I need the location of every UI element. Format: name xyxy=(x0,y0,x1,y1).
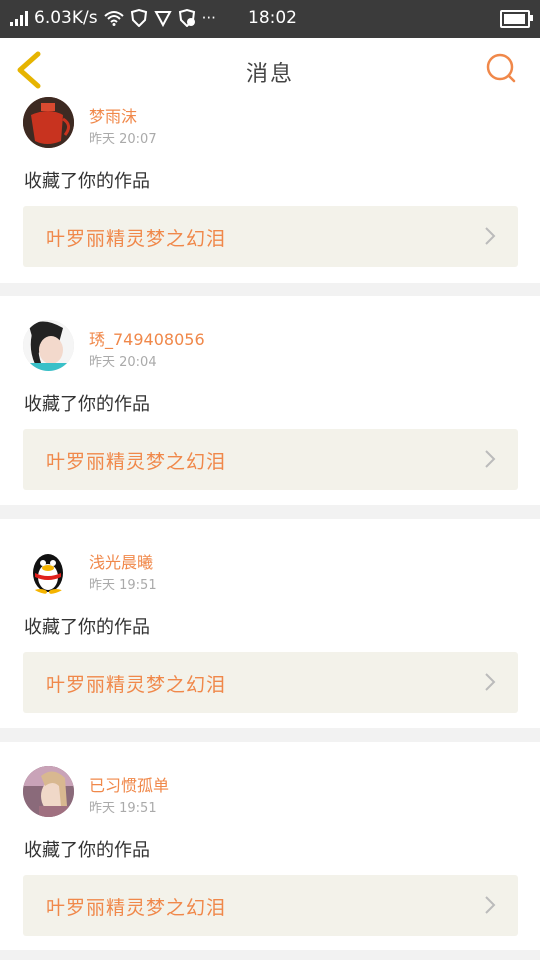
shield-icon xyxy=(130,9,147,27)
user-name[interactable]: 琇_749408056 xyxy=(89,326,205,350)
work-title: 叶罗丽精灵梦之幻泪 xyxy=(46,451,227,473)
header-bar: 消息 xyxy=(0,38,540,102)
chevron-right-icon xyxy=(485,227,496,245)
work-title: 叶罗丽精灵梦之幻泪 xyxy=(46,228,227,250)
chevron-right-icon xyxy=(485,673,496,691)
timestamp: 昨天 19:51 xyxy=(89,801,157,816)
timestamp: 昨天 19:51 xyxy=(89,578,157,593)
signal-icon xyxy=(10,10,28,26)
avatar[interactable] xyxy=(23,320,74,371)
work-link[interactable]: 叶罗丽精灵梦之幻泪 xyxy=(23,429,518,490)
action-text: 收藏了你的作品 xyxy=(24,171,150,192)
chevron-right-icon xyxy=(485,450,496,468)
list-item: 已习惯孤单 昨天 19:51 收藏了你的作品 叶罗丽精灵梦之幻泪 xyxy=(0,742,540,950)
timestamp: 昨天 20:07 xyxy=(89,132,157,147)
list-item: 梦雨沫 昨天 20:07 收藏了你的作品 叶罗丽精灵梦之幻泪 xyxy=(0,97,540,283)
wifi-icon xyxy=(103,11,124,26)
search-icon xyxy=(486,53,516,83)
avatar[interactable] xyxy=(23,766,74,817)
list-item: 浅光晨曦 昨天 19:51 收藏了你的作品 叶罗丽精灵梦之幻泪 xyxy=(0,519,540,728)
status-bar: 6.03K/s ··· 18:02 xyxy=(0,0,540,38)
work-title: 叶罗丽精灵梦之幻泪 xyxy=(46,674,227,696)
work-link[interactable]: 叶罗丽精灵梦之幻泪 xyxy=(23,652,518,713)
notification-icon xyxy=(178,9,195,27)
action-text: 收藏了你的作品 xyxy=(24,617,150,638)
battery-icon xyxy=(500,10,533,28)
timestamp: 昨天 20:04 xyxy=(89,355,157,370)
page-title: 消息 xyxy=(245,62,294,87)
more-icon: ··· xyxy=(201,9,216,27)
action-text: 收藏了你的作品 xyxy=(24,394,150,415)
network-speed: 6.03K/s xyxy=(34,8,98,28)
status-left: 6.03K/s ··· xyxy=(10,8,216,28)
chevron-right-icon xyxy=(485,896,496,914)
avatar[interactable] xyxy=(23,543,74,594)
work-link[interactable]: 叶罗丽精灵梦之幻泪 xyxy=(23,875,518,936)
work-title: 叶罗丽精灵梦之幻泪 xyxy=(46,897,227,919)
list-item: 琇_749408056 昨天 20:04 收藏了你的作品 叶罗丽精灵梦之幻泪 xyxy=(0,296,540,505)
action-text: 收藏了你的作品 xyxy=(24,840,150,861)
user-name[interactable]: 浅光晨曦 xyxy=(89,549,153,573)
search-button[interactable] xyxy=(484,52,518,86)
status-time: 18:02 xyxy=(248,8,297,28)
user-name[interactable]: 已习惯孤单 xyxy=(89,772,169,796)
avatar[interactable] xyxy=(23,97,74,148)
user-name[interactable]: 梦雨沫 xyxy=(89,103,137,127)
work-link[interactable]: 叶罗丽精灵梦之幻泪 xyxy=(23,206,518,267)
vpn-icon xyxy=(153,11,172,27)
